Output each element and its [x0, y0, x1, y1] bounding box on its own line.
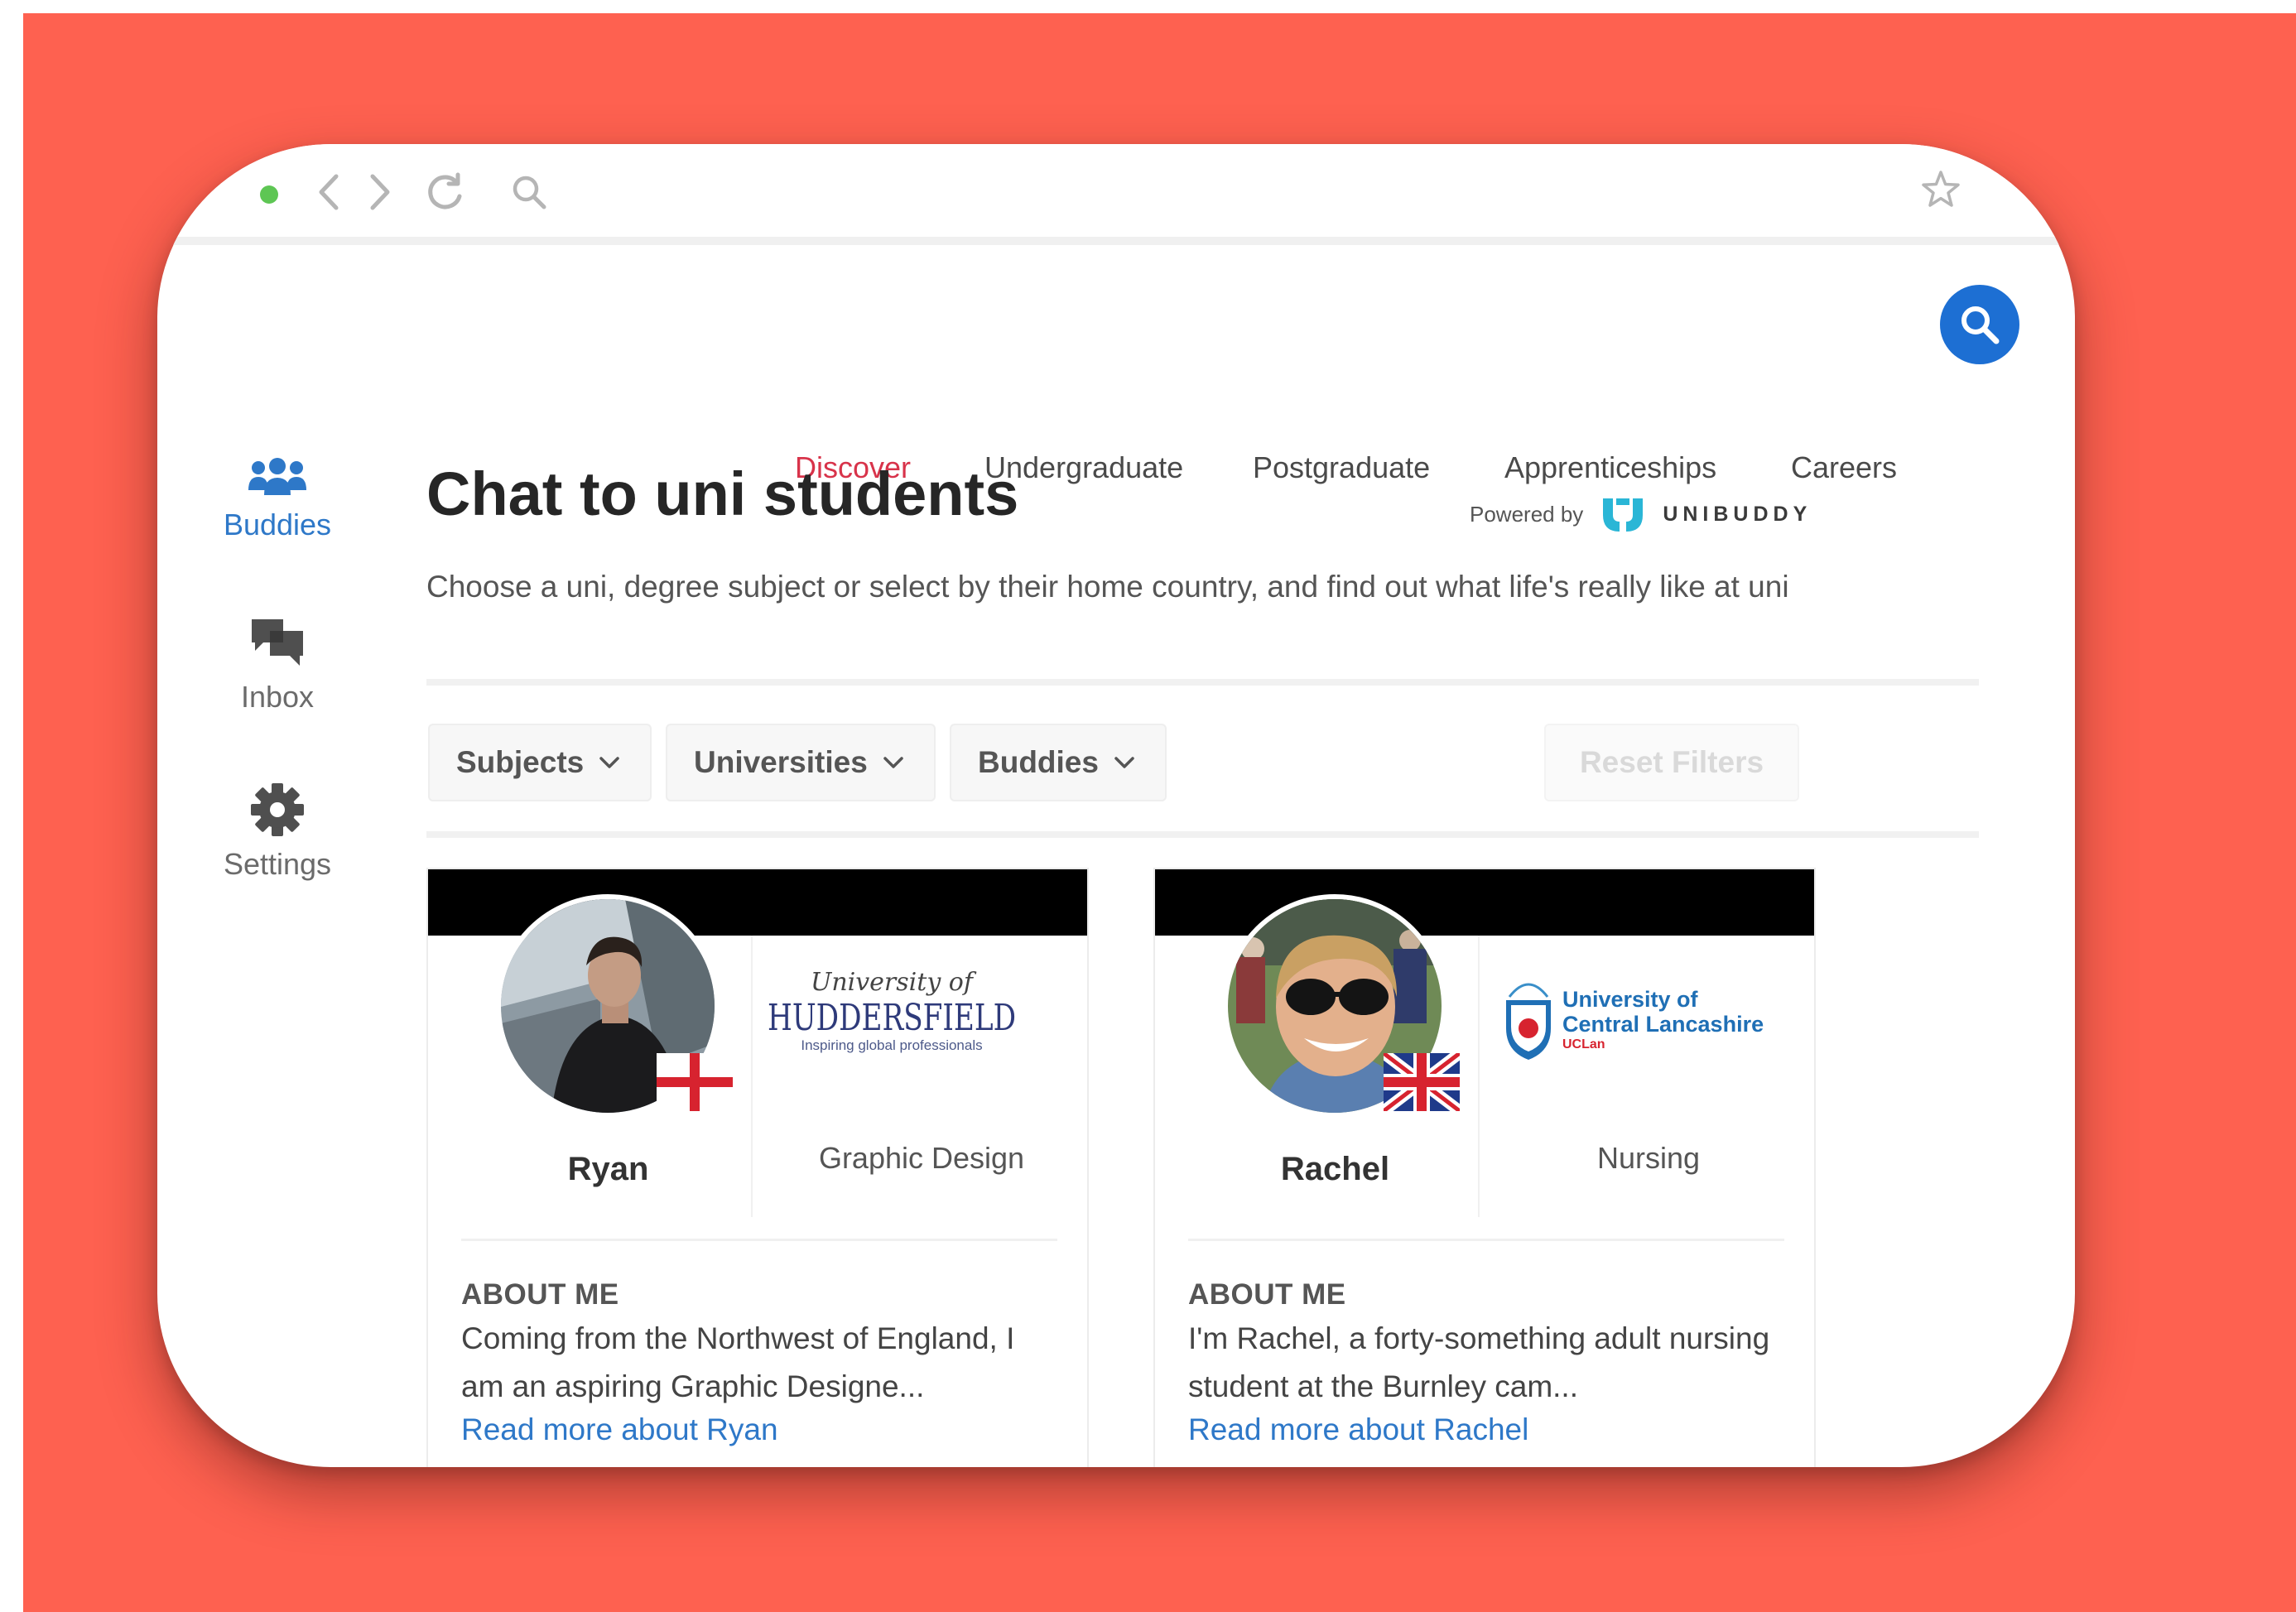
buddy-subject: Graphic Design — [818, 1141, 1025, 1175]
uk-flag — [1384, 1053, 1460, 1111]
svg-text:University of: University of — [1562, 987, 1699, 1012]
powered-by: Powered by UNIBUDDY — [1470, 495, 1812, 533]
reset-filters-button[interactable]: Reset Filters — [1544, 724, 1799, 801]
page-description: Choose a uni, degree subject or select b… — [426, 570, 1789, 604]
divider — [426, 679, 1979, 686]
divider — [426, 831, 1979, 838]
universities-filter-label: Universities — [694, 745, 868, 779]
buddy-name: Ryan — [567, 1151, 649, 1187]
svg-text:HUDDERSFIELD: HUDDERSFIELD — [768, 997, 1016, 1039]
about-me-text: Coming from the Northwest of England, I … — [461, 1321, 1015, 1403]
forward-arrow-icon[interactable] — [356, 166, 404, 219]
chat-bubbles-icon — [252, 619, 303, 666]
svg-text:Central Lancashire: Central Lancashire — [1562, 1012, 1764, 1037]
browser-window: Discover Undergraduate Postgraduate Appr… — [157, 144, 2075, 1467]
powered-by-brand: UNIBUDDY — [1663, 502, 1812, 526]
subjects-filter-label: Subjects — [456, 745, 585, 779]
buddy-card-ryan: Ryan University of HUDDERSFIELD Inspirin… — [426, 868, 1089, 1467]
chevron-down-icon — [1114, 757, 1134, 768]
universities-filter[interactable]: Universities — [666, 724, 936, 801]
about-me-heading: ABOUT ME — [461, 1278, 619, 1311]
search-icon — [505, 166, 553, 219]
svg-text:Inspiring global professionals: Inspiring global professionals — [801, 1037, 982, 1053]
card-header-band — [1155, 869, 1814, 936]
card-separator — [461, 1239, 1057, 1241]
nav-postgraduate[interactable]: Postgraduate — [1253, 450, 1430, 485]
read-more-link[interactable]: Read more about Rachel — [1188, 1412, 1528, 1447]
read-more-link[interactable]: Read more about Ryan — [461, 1412, 778, 1447]
reload-icon[interactable] — [421, 166, 469, 219]
nav-careers[interactable]: Careers — [1791, 450, 1897, 485]
buddy-card-rachel: Rachel University of Central Lancashire … — [1153, 868, 1816, 1467]
university-logo: University of Central Lancashire UCLan — [1506, 983, 1764, 1060]
sidebar-item-inbox[interactable]: Inbox — [190, 616, 364, 715]
search-button[interactable] — [1940, 285, 2019, 364]
university-logo: University of HUDDERSFIELD Inspiring glo… — [768, 968, 1016, 1053]
sidebar-label-buddies: Buddies — [223, 508, 332, 541]
buddy-name: Rachel — [1280, 1151, 1390, 1187]
chevron-down-icon — [599, 757, 619, 768]
buddies-filter[interactable]: Buddies — [950, 724, 1167, 801]
card-header-band — [428, 869, 1087, 936]
nav-apprenticeships[interactable]: Apprenticeships — [1504, 450, 1716, 485]
search-icon — [1961, 306, 2000, 344]
people-group-icon — [248, 458, 306, 495]
chevron-down-icon — [883, 757, 903, 768]
about-me-heading: ABOUT ME — [1188, 1278, 1346, 1311]
buddies-filter-label: Buddies — [978, 745, 1099, 779]
sidebar-item-buddies[interactable]: Buddies — [190, 457, 364, 542]
powered-by-label: Powered by — [1470, 501, 1584, 527]
sidebar-item-settings[interactable]: Settings — [190, 782, 364, 882]
gear-icon — [251, 783, 304, 836]
buddy-subject: Nursing — [1596, 1141, 1701, 1175]
svg-text:University of: University of — [811, 968, 977, 997]
subjects-filter[interactable]: Subjects — [428, 724, 652, 801]
browser-toolbar — [157, 144, 2075, 245]
bookmark-star-icon[interactable] — [1921, 169, 1961, 213]
reset-filters-label: Reset Filters — [1579, 745, 1764, 779]
address-bar[interactable] — [505, 162, 2075, 222]
england-flag — [657, 1053, 733, 1111]
back-arrow-icon[interactable] — [305, 166, 353, 219]
svg-text:UCLan: UCLan — [1562, 1037, 1605, 1051]
about-me-text: I'm Rachel, a forty-something adult nurs… — [1188, 1321, 1770, 1403]
page-title: Chat to uni students — [426, 460, 1019, 528]
sidebar-label-settings: Settings — [223, 847, 332, 881]
window-dot[interactable] — [260, 185, 278, 204]
card-separator — [1188, 1239, 1784, 1241]
unibuddy-logo-icon — [1603, 498, 1644, 532]
sidebar-label-inbox: Inbox — [240, 680, 315, 714]
